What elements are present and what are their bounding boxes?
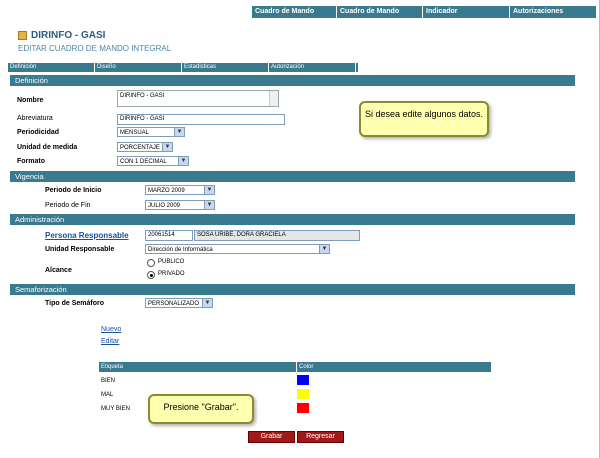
responsable-name-field: SOSA URIBE, DORA GRACIELA — [194, 230, 360, 241]
radio-privado[interactable] — [147, 271, 155, 279]
chevron-down-icon: ▼ — [319, 245, 329, 253]
tab-estadisticas[interactable]: Estadisticas — [182, 63, 269, 72]
nombre-value: DIRINFO - GASI — [120, 93, 165, 99]
tipo-semaforo-select[interactable]: PERSONALIZADO ▼ — [145, 298, 213, 308]
color-swatch — [297, 389, 309, 399]
alcance-label: Alcance — [45, 267, 72, 274]
chevron-down-icon: ▼ — [174, 128, 184, 136]
periodicidad-value: MENSUAL — [120, 130, 150, 136]
unidad-medida-value: PORCENTAJE — [120, 145, 160, 151]
nav-cuadro-mando[interactable]: Cuadro de Mando — [337, 6, 423, 18]
tipo-semaforo-label: Tipo de Semáforo — [45, 300, 104, 307]
nav-indicador[interactable]: Indicador — [423, 6, 510, 18]
periodo-fin-select[interactable]: JULIO 2009 ▼ — [145, 200, 215, 210]
table-row-label: BIEN — [101, 378, 116, 384]
responsable-code-input[interactable]: 20061514 — [145, 230, 193, 241]
unidad-medida-label: Unidad de medida — [17, 144, 78, 151]
page-frame: Cuadro de Mando Integral Cuadro de Mando… — [0, 0, 600, 458]
unidad-medida-select[interactable]: PORCENTAJE ▼ — [117, 142, 173, 152]
formato-select[interactable]: CON 1 DECIMAL ▼ — [117, 156, 189, 166]
page-subtitle: EDITAR CUADRO DE MANDO INTEGRAL — [18, 44, 172, 53]
privado-label: PRIVADO — [158, 271, 185, 277]
semaforo-table-header: Etiqueta Color — [99, 362, 491, 372]
periodo-inicio-label: Periodo de Inicio — [45, 187, 102, 194]
nav-cuadro-mando-integral[interactable]: Cuadro de Mando Integral — [252, 6, 337, 27]
table-row-label: MAL — [101, 392, 114, 398]
periodo-inicio-value: MARZO 2009 — [148, 188, 185, 194]
title-text: DIRINFO - GASI — [31, 30, 106, 41]
tab-bar: Definición Diseño Estadisticas Autorizac… — [8, 63, 358, 72]
edit-hint-callout: Si desea edite algunos datos. — [359, 101, 489, 137]
unidad-responsable-label: Unidad Responsable — [45, 246, 115, 253]
periodicidad-select[interactable]: MENSUAL ▼ — [117, 127, 185, 137]
nombre-label: Nombre — [17, 97, 44, 104]
nav-autorizaciones[interactable]: Autorizaciones — [510, 6, 597, 18]
editar-link[interactable]: Editar — [101, 338, 119, 345]
chevron-down-icon: ▼ — [204, 201, 214, 209]
chevron-down-icon: ▼ — [178, 157, 188, 165]
col-color: Color — [296, 362, 491, 372]
periodo-fin-value: JULIO 2009 — [148, 203, 181, 209]
tab-diseno[interactable]: Diseño — [95, 63, 182, 72]
publico-label: PUBLICO — [158, 259, 185, 265]
periodo-inicio-select[interactable]: MARZO 2009 ▼ — [145, 185, 215, 195]
nombre-textarea[interactable]: DIRINFO - GASI — [117, 90, 279, 107]
grabar-button[interactable]: Grabar — [248, 431, 295, 443]
tab-definicion[interactable]: Definición — [8, 63, 95, 72]
page-title: DIRINFO - GASI — [18, 30, 105, 41]
section-definicion: Definición — [10, 75, 575, 86]
chevron-down-icon: ▼ — [162, 143, 172, 151]
periodo-fin-label: Periodo de Fin — [45, 202, 91, 209]
periodicidad-label: Periodicidad — [17, 129, 60, 136]
color-swatch — [297, 403, 309, 413]
section-administracion: Administración — [10, 214, 575, 225]
section-semaforizacion: Semaforización — [10, 284, 575, 295]
color-swatch — [297, 375, 309, 385]
nuevo-link[interactable]: Nuevo — [101, 326, 121, 333]
section-vigencia: Vigencia — [10, 171, 575, 182]
chevron-down-icon: ▼ — [202, 299, 212, 307]
edit-icon — [18, 31, 27, 40]
persona-responsable-link[interactable]: Persona Responsable — [45, 231, 129, 240]
top-navigation: Cuadro de Mando Integral Cuadro de Mando… — [252, 6, 597, 27]
unidad-responsable-value: Dirección de Informática — [148, 247, 213, 253]
formato-value: CON 1 DECIMAL — [120, 159, 167, 165]
textarea-scrollbar[interactable] — [269, 91, 278, 106]
tipo-semaforo-value: PERSONALIZADO — [148, 301, 200, 307]
col-etiqueta: Etiqueta — [101, 364, 124, 370]
formato-label: Formato — [17, 158, 45, 165]
abreviatura-label: Abreviatura — [17, 115, 53, 122]
unidad-responsable-select[interactable]: Dirección de Informática ▼ — [145, 244, 330, 254]
table-row-label: MUY BIEN — [101, 406, 130, 412]
tab-autorizacion[interactable]: Autorización — [269, 63, 356, 72]
save-hint-callout: Presione "Grabar". — [148, 394, 254, 424]
chevron-down-icon: ▼ — [204, 186, 214, 194]
abreviatura-input[interactable]: DIRINFO - GASI — [117, 114, 285, 125]
radio-publico[interactable] — [147, 259, 155, 267]
regresar-button[interactable]: Regresar — [297, 431, 344, 443]
